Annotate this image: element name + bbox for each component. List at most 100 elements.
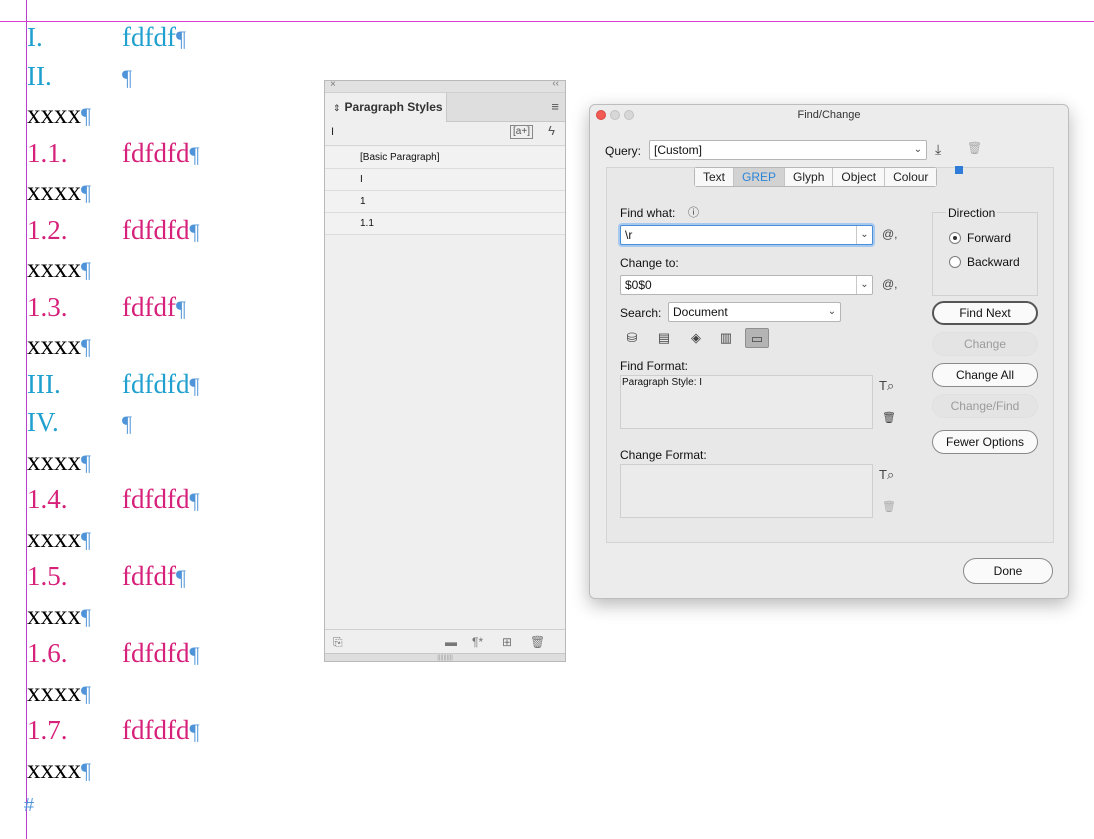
find-what-value: \r	[625, 228, 633, 242]
chevron-down-icon[interactable]: ⌄	[856, 276, 872, 294]
minimize-window-button[interactable]	[610, 110, 620, 120]
paragraph-text: xxxx	[27, 330, 81, 360]
include-locked-stories-icon[interactable]: ▤	[652, 328, 676, 348]
clear-overrides-icon[interactable]: ¶*	[472, 635, 483, 649]
paragraph-content: fdfdfd¶	[122, 484, 199, 516]
tab-paragraph-styles-label: Paragraph Styles	[344, 100, 443, 114]
pilcrow-mark: ¶	[81, 757, 91, 783]
style-item-basic-paragraph[interactable]: [Basic Paragraph]	[325, 147, 565, 169]
pilcrow-mark: ¶	[81, 103, 91, 128]
clear-change-format-icon[interactable]: 🗑	[882, 500, 896, 513]
paragraph[interactable]: xxxx¶	[27, 677, 91, 709]
paragraph-number: 1.3.	[27, 291, 68, 322]
tab-text[interactable]: Text	[695, 168, 735, 186]
paragraph-text: xxxx	[27, 445, 81, 476]
tab-colour[interactable]: Colour	[885, 168, 937, 186]
folder-icon[interactable]: ▬	[445, 635, 457, 649]
paragraph-text: fdfdfd	[122, 368, 190, 399]
search-scope-select[interactable]: Document ⌄	[668, 302, 841, 322]
pilcrow-mark: ¶	[189, 642, 200, 667]
collapse-panel-icon[interactable]: ‹‹	[552, 78, 559, 89]
paragraph-number: 1.2.	[27, 214, 68, 245]
find-next-button[interactable]: Find Next	[932, 301, 1038, 325]
save-query-icon[interactable]: ⤓	[935, 141, 941, 158]
paragraph[interactable]: xxxx¶	[27, 99, 91, 131]
special-characters-find-icon[interactable]: @,	[882, 227, 898, 241]
include-hidden-layers-icon[interactable]: ◈	[684, 328, 708, 348]
load-styles-icon[interactable]: ⎘	[333, 635, 343, 650]
paragraph-text: xxxx	[27, 599, 81, 630]
paragraph[interactable]: xxxx¶	[27, 600, 91, 632]
paragraph-styles-panel: × ‹‹ ⇕ Paragraph Styles ≡ I [a+] ϟ [Basic…	[324, 78, 566, 662]
chevron-down-icon[interactable]: ⌄	[856, 226, 872, 244]
fewer-options-button[interactable]: Fewer Options	[932, 430, 1038, 454]
find-what-input[interactable]: \r ⌄	[620, 225, 873, 245]
change-to-label: Change to:	[620, 256, 679, 270]
style-item-1[interactable]: 1	[325, 191, 565, 213]
paragraph[interactable]: xxxx¶	[27, 330, 91, 362]
find-change-dialog: Find/Change Query: [Custom] ⌄ ⤓ 🗑 Text G…	[589, 104, 1069, 599]
chevron-down-icon: ⌄	[913, 144, 923, 155]
tab-object[interactable]: Object	[833, 168, 886, 186]
query-label: Query:	[605, 144, 642, 158]
new-style-icon[interactable]: ⊞	[502, 635, 512, 649]
query-select[interactable]: [Custom] ⌄	[649, 140, 927, 160]
style-item-1-1[interactable]: 1.1	[325, 213, 565, 235]
paragraph-text: fdfdfd	[122, 715, 190, 745]
specify-change-format-icon[interactable]: T⌕	[879, 467, 894, 483]
paragraph-content: ¶	[122, 61, 132, 93]
change-all-button[interactable]: Change All	[932, 363, 1038, 387]
close-icon[interactable]: ×	[330, 79, 336, 90]
tab-grep[interactable]: GREP	[734, 168, 786, 186]
zoom-window-button[interactable]	[624, 110, 634, 120]
end-of-story-marker: #	[24, 795, 35, 815]
resize-grip[interactable]: ||||||||||	[325, 653, 565, 661]
special-characters-change-icon[interactable]: @,	[882, 277, 898, 291]
find-format-box[interactable]: Paragraph Style: I	[620, 375, 873, 429]
direction-backward-radio[interactable]	[949, 256, 961, 268]
paragraph[interactable]: xxxx¶	[27, 523, 91, 555]
info-icon[interactable]: ⓘ	[688, 204, 699, 220]
delete-query-icon[interactable]: 🗑	[967, 141, 982, 155]
pilcrow-mark: ¶	[189, 372, 200, 398]
pilcrow-mark: ¶	[81, 257, 91, 282]
paragraph-text: fdfdf	[122, 22, 176, 52]
clear-find-format-icon[interactable]: 🗑	[882, 411, 896, 424]
pilcrow-mark: ¶	[189, 218, 200, 244]
tab-glyph[interactable]: Glyph	[785, 168, 834, 186]
active-tab-indicator	[955, 166, 963, 174]
style-item-i[interactable]: I	[325, 169, 565, 191]
panel-menu-icon[interactable]: ≡	[551, 99, 559, 114]
pilcrow-mark: ¶	[81, 449, 91, 475]
change-button[interactable]: Change	[932, 332, 1038, 356]
change-to-input[interactable]: $0$0 ⌄	[620, 275, 873, 295]
paragraph-number: 1.4.	[27, 484, 68, 514]
paragraph-number: III.	[27, 368, 61, 399]
paragraph-text: xxxx	[27, 253, 81, 283]
direction-group	[932, 212, 1038, 296]
specify-find-format-icon[interactable]: T⌕	[879, 378, 894, 394]
pilcrow-mark: ¶	[175, 565, 186, 590]
paragraph[interactable]: xxxx¶	[27, 754, 91, 786]
close-window-button[interactable]	[596, 110, 606, 120]
include-footnotes-icon[interactable]: ▭	[745, 328, 769, 348]
panel-bottom-bar: ⎘ ▬ ¶* ⊞ 🗑	[325, 629, 565, 653]
include-master-pages-icon[interactable]: ▥	[714, 328, 738, 348]
change-find-button[interactable]: Change/Find	[932, 394, 1038, 418]
paragraph-text: xxxx	[27, 676, 81, 707]
tab-paragraph-styles[interactable]: ⇕ Paragraph Styles	[325, 93, 447, 122]
paragraph[interactable]: xxxx¶	[27, 176, 91, 208]
panel-title-bar: × ‹‹	[325, 78, 565, 93]
quick-apply-icon[interactable]: ϟ	[548, 123, 555, 138]
paragraph-text: fdfdf	[122, 291, 176, 322]
trash-icon[interactable]: 🗑	[530, 635, 545, 649]
pilcrow-mark: ¶	[189, 141, 200, 167]
find-what-label: Find what:	[620, 206, 676, 220]
new-style-from-selection-icon[interactable]: [a+]	[510, 125, 533, 139]
change-format-box[interactable]	[620, 464, 873, 518]
done-button[interactable]: Done	[963, 558, 1053, 584]
direction-forward-radio[interactable]	[949, 232, 961, 244]
include-locked-layers-icon[interactable]: ⛁	[620, 328, 644, 348]
paragraph[interactable]: xxxx¶	[27, 253, 91, 285]
paragraph[interactable]: xxxx¶	[27, 446, 91, 478]
